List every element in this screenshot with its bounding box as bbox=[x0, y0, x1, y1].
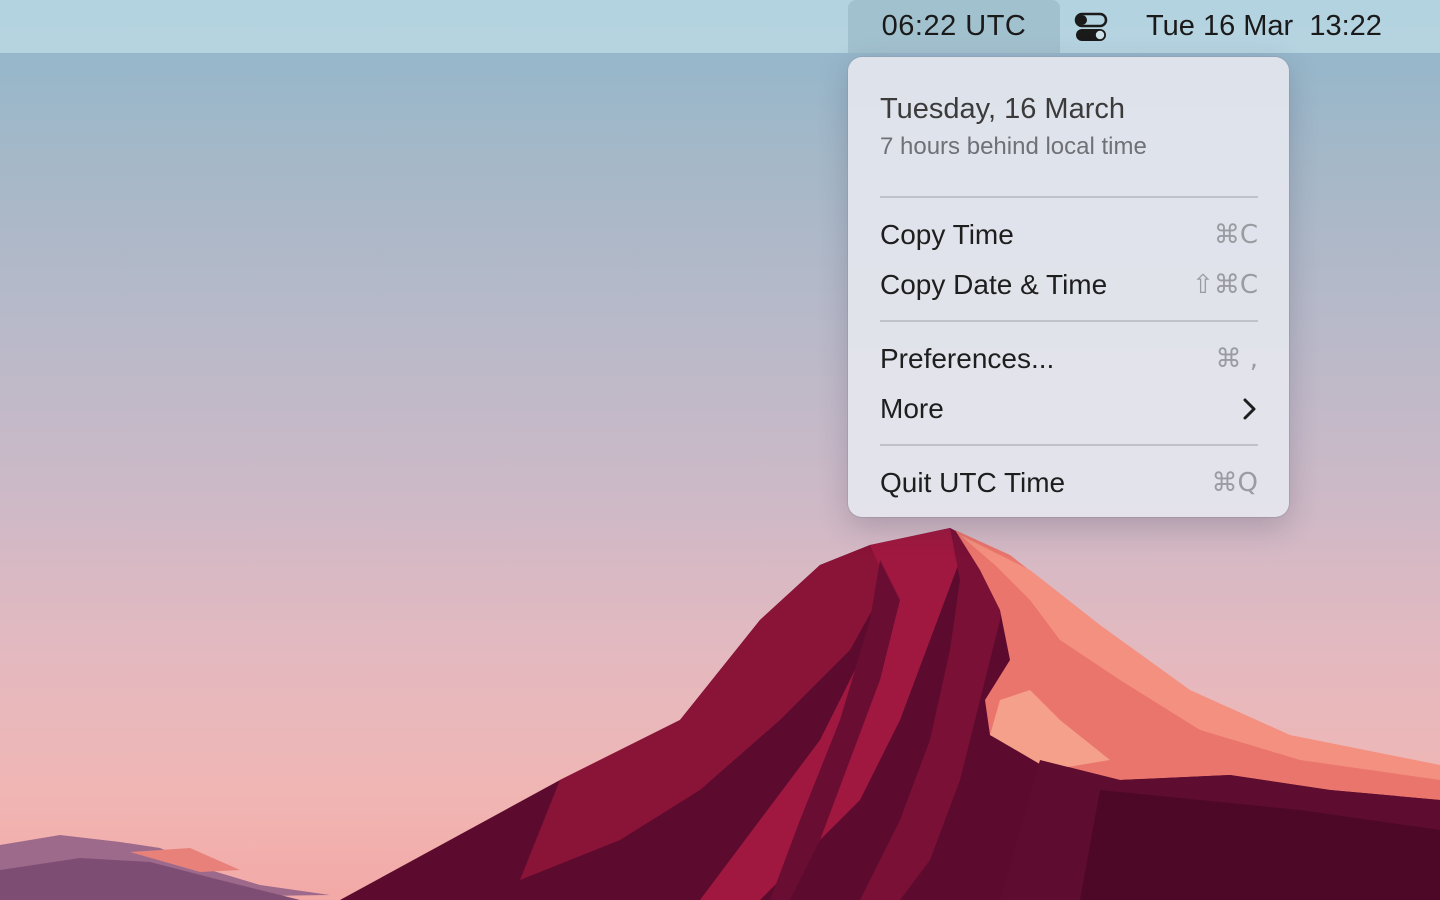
menu-offset-text: 7 hours behind local time bbox=[880, 133, 1147, 160]
menu-item-label: Quit UTC Time bbox=[880, 467, 1066, 498]
menu-item-shortcut: ⌘C bbox=[1213, 220, 1258, 250]
menu-separator bbox=[880, 320, 1258, 322]
copy-date-time-menu-item[interactable]: Copy Date & Time ⇧⌘C bbox=[880, 263, 1258, 307]
preferences-menu-item[interactable]: Preferences... ⌘ , bbox=[880, 337, 1258, 381]
copy-time-menu-item[interactable]: Copy Time ⌘C bbox=[880, 213, 1258, 257]
toggle-switches-icon[interactable] bbox=[1072, 11, 1110, 43]
utc-time-status-item[interactable]: 06:22 UTC bbox=[848, 0, 1060, 53]
menu-item-label: More bbox=[880, 393, 944, 424]
menu-separator bbox=[880, 196, 1258, 198]
menu-date-heading: Tuesday, 16 March bbox=[880, 93, 1125, 125]
menu-item-label: Copy Time bbox=[880, 219, 1014, 250]
menu-item-shortcut: ⌘Q bbox=[1211, 468, 1258, 498]
menu-bar: 06:22 UTC Tue 16 Mar 13:22 bbox=[0, 0, 1440, 53]
menu-item-shortcut: ⇧⌘C bbox=[1192, 270, 1258, 300]
menu-separator bbox=[880, 444, 1258, 446]
menu-item-shortcut: ⌘ , bbox=[1215, 344, 1258, 374]
chevron-right-icon bbox=[1243, 398, 1256, 420]
utc-time-menu: Tuesday, 16 March 7 hours behind local t… bbox=[848, 57, 1289, 517]
quit-menu-item[interactable]: Quit UTC Time ⌘Q bbox=[880, 461, 1258, 505]
menu-item-label: Preferences... bbox=[880, 343, 1055, 374]
more-menu-item[interactable]: More bbox=[880, 387, 1258, 431]
utc-time-label: 06:22 UTC bbox=[881, 10, 1027, 42]
menu-bar-clock[interactable]: Tue 16 Mar 13:22 bbox=[1146, 0, 1382, 53]
desktop: 06:22 UTC Tue 16 Mar 13:22 Tuesday, 16 M… bbox=[0, 0, 1440, 900]
menu-item-label: Copy Date & Time bbox=[880, 269, 1108, 300]
